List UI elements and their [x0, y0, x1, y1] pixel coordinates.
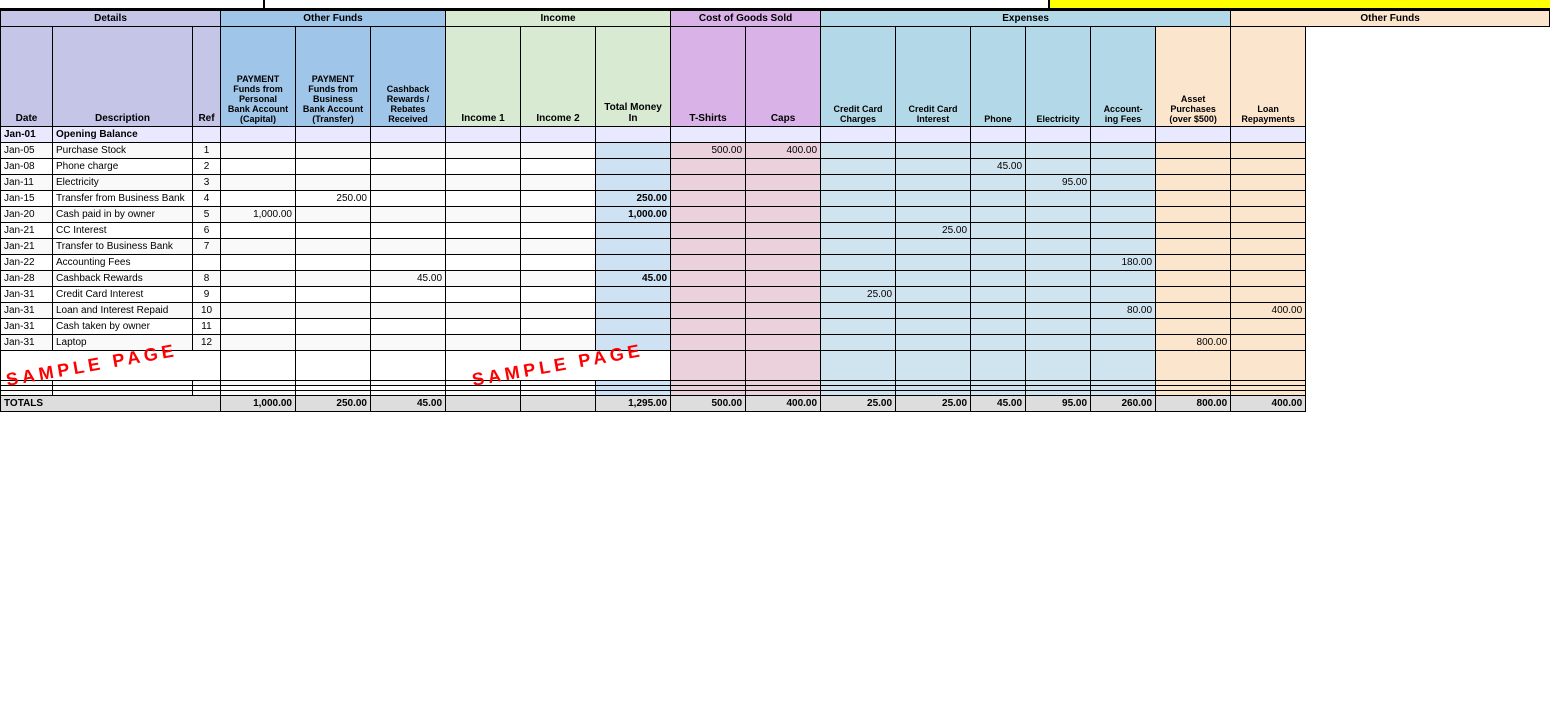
col-cashback: CashbackRewards /RebatesReceived [371, 27, 446, 127]
top-header [0, 0, 1550, 10]
table-row: Jan-31Loan and Interest Repaid1080.00400… [1, 303, 1550, 319]
totals-label: TOTALS [1, 396, 221, 412]
col-loan: LoanRepayments [1231, 27, 1306, 127]
col-cc-charges: Credit CardCharges [821, 27, 896, 127]
table-row: SAMPLE PAGE SAMPLE PAGE [1, 351, 1550, 381]
col-capital: PAYMENTFunds fromPersonalBank Account(Ca… [221, 27, 296, 127]
table-row: Jan-31Credit Card Interest925.00 [1, 287, 1550, 303]
col-electricity: Electricity [1026, 27, 1091, 127]
col-cc-interest: Credit CardInterest [896, 27, 971, 127]
col-income2: Income 2 [521, 27, 596, 127]
col-asset: AssetPurchases(over $500) [1156, 27, 1231, 127]
sample-text-left: SAMPLE PAGE [1, 351, 221, 381]
group-other-funds: Other Funds [221, 11, 446, 27]
table-row: Jan-05Purchase Stock1500.00400.00 [1, 143, 1550, 159]
spreadsheet-container: Details Other Funds Income Cost of Goods… [0, 0, 1550, 412]
table-row: Jan-31Cash taken by owner11 [1, 319, 1550, 335]
group-income: Income [446, 11, 671, 27]
col-income1: Income 1 [446, 27, 521, 127]
table-row: Jan-21CC Interest625.00 [1, 223, 1550, 239]
table-row: Jan-20Cash paid in by owner51,000.001,00… [1, 207, 1550, 223]
page-title [1050, 0, 1550, 8]
month-label [0, 0, 265, 8]
table-row: Jan-31Laptop12800.00 [1, 335, 1550, 351]
group-other-funds2: Other Funds [1231, 11, 1550, 27]
col-transfer: PAYMENTFunds fromBusinessBank Account(Tr… [296, 27, 371, 127]
col-date: Date [1, 27, 53, 127]
table-row: Jan-22Accounting Fees180.00 [1, 255, 1550, 271]
col-tshirts: T-Shirts [671, 27, 746, 127]
business-label [265, 0, 1050, 8]
col-caps: Caps [746, 27, 821, 127]
table-row: Jan-01Opening Balance [1, 127, 1550, 143]
sample-text-center: SAMPLE PAGE [446, 351, 671, 381]
group-details: Details [1, 11, 221, 27]
col-ref: Ref [193, 27, 221, 127]
group-header-row: Details Other Funds Income Cost of Goods… [1, 11, 1550, 27]
col-total-money-in: Total MoneyIn [596, 27, 671, 127]
group-cogs: Cost of Goods Sold [671, 11, 821, 27]
table-row: Jan-21Transfer to Business Bank7 [1, 239, 1550, 255]
col-accounting: Account-ing Fees [1091, 27, 1156, 127]
sub-header-row: Date Description Ref PAYMENTFunds fromPe… [1, 27, 1550, 127]
col-phone: Phone [971, 27, 1026, 127]
table-row: Jan-28Cashback Rewards845.0045.00 [1, 271, 1550, 287]
table-row: Jan-15Transfer from Business Bank4250.00… [1, 191, 1550, 207]
col-description: Description [53, 27, 193, 127]
table-row: Jan-08Phone charge245.00 [1, 159, 1550, 175]
table-row: Jan-11Electricity395.00 [1, 175, 1550, 191]
totals-row: TOTALS1,000.00250.0045.001,295.00500.004… [1, 396, 1550, 412]
group-expenses: Expenses [821, 11, 1231, 27]
main-table: Details Other Funds Income Cost of Goods… [0, 10, 1550, 412]
